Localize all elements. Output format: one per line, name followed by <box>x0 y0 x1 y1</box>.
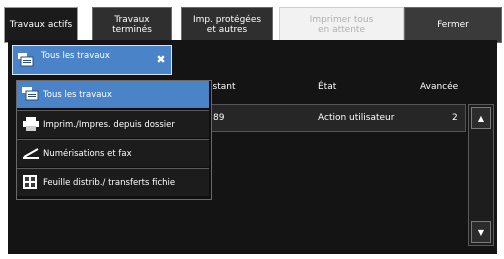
job-filter-select[interactable]: Tous les travaux ✖ <box>12 45 172 75</box>
menu-item-file-transfer[interactable]: Feuille distrib./ transferts fichie <box>17 168 209 196</box>
all-jobs-icon <box>18 53 34 67</box>
menu-item-label: Feuille distrib./ transferts fichie <box>43 178 176 188</box>
menu-item-label: Tous les travaux <box>43 90 112 100</box>
scroll-down-button[interactable]: ▼ <box>471 221 491 243</box>
tab-secure-jobs[interactable]: Imp. protégées et autres <box>181 7 273 43</box>
file-transfer-icon <box>23 175 37 189</box>
cell-owner: 89 <box>213 113 225 123</box>
menu-item-label: Numérisations et fax <box>43 149 132 159</box>
column-owner: istant <box>210 82 236 92</box>
menu-item-print-from-folder[interactable]: Imprim./Impres. depuis dossier <box>17 110 209 138</box>
scrollbar[interactable]: ▲ ▼ <box>468 104 494 246</box>
scroll-up-button[interactable]: ▲ <box>471 107 491 129</box>
close-button[interactable]: Fermer <box>404 7 502 43</box>
tab-completed-jobs[interactable]: Travaux terminés <box>92 7 172 43</box>
filter-selected-label: Tous les travaux <box>41 51 110 61</box>
menu-item-all-jobs[interactable]: Tous les travaux <box>17 81 209 108</box>
tab-active-jobs[interactable]: Travaux actifs <box>4 7 78 43</box>
close-icon[interactable]: ✖ <box>155 54 167 66</box>
job-filter-menu: Tous les travaux Imprim./Impres. depuis … <box>16 80 212 200</box>
cell-status: Action utilisateur <box>318 113 395 123</box>
menu-item-label: Imprim./Impres. depuis dossier <box>43 120 175 130</box>
printer-icon <box>23 117 39 131</box>
chevron-down-icon: ▼ <box>477 227 485 237</box>
column-progress: Avancée <box>420 82 459 92</box>
menu-item-scan-fax[interactable]: Numérisations et fax <box>17 139 209 167</box>
table-row[interactable]: 89 Action utilisateur 2 <box>211 104 466 132</box>
scan-fax-icon <box>23 148 39 159</box>
tab-print-waiting[interactable]: Imprimer tous en attente <box>279 7 404 43</box>
column-status: État <box>318 82 337 92</box>
all-jobs-icon <box>22 87 39 101</box>
chevron-up-icon: ▲ <box>477 113 485 123</box>
cell-progress: 2 <box>452 113 458 123</box>
